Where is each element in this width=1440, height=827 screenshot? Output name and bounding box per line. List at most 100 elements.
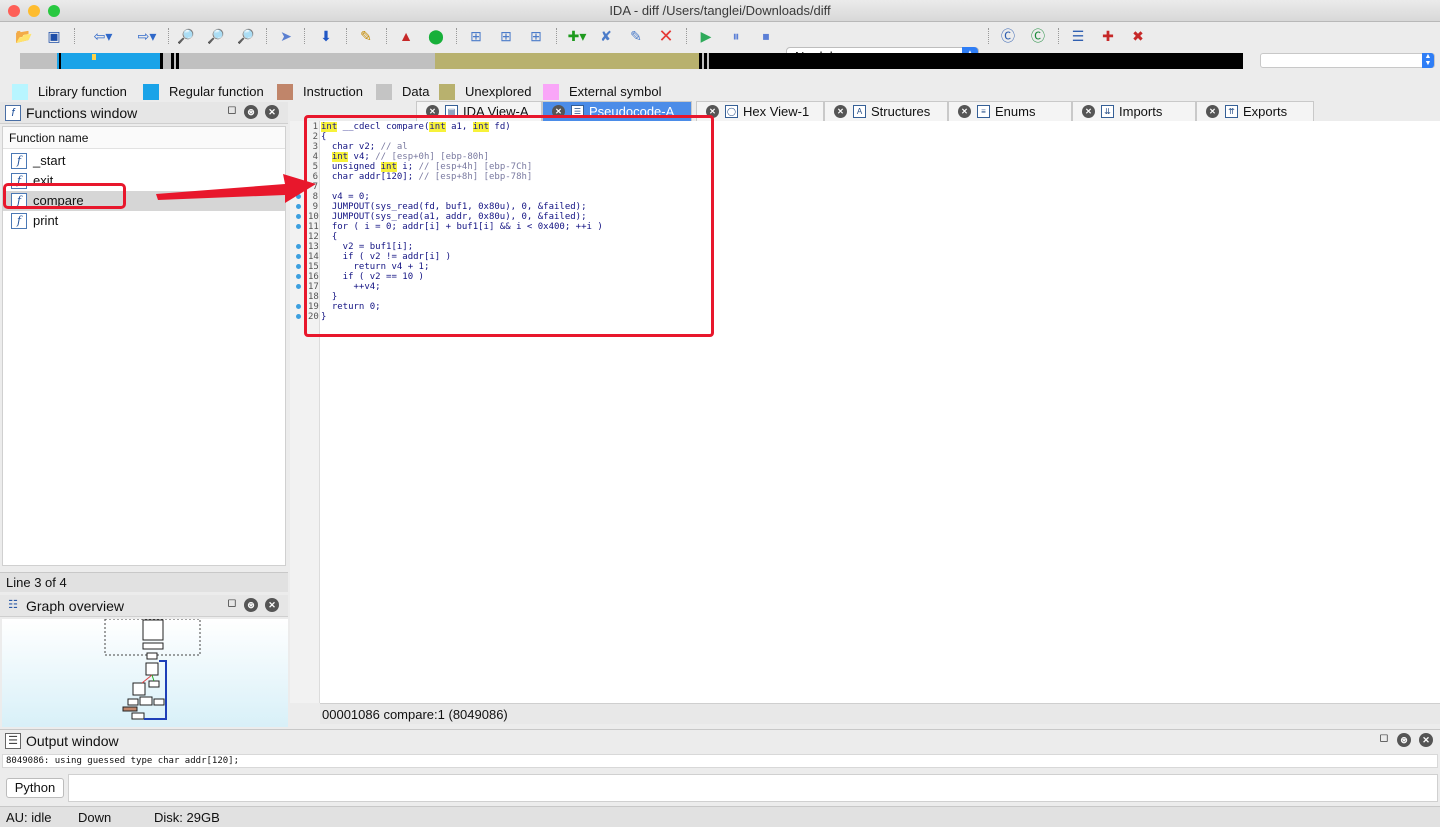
add-breakpoint-icon[interactable]: ✚ bbox=[1098, 26, 1118, 46]
breakpoint-dot-icon[interactable] bbox=[296, 214, 301, 219]
navigate-down-icon[interactable]: ⬇ bbox=[316, 26, 336, 46]
annotation-arrow bbox=[156, 174, 316, 203]
graph-overview-header: ☷ Graph overview ◻ ⊛ ✕ bbox=[0, 595, 288, 617]
tab-label: Hex View-1 bbox=[743, 104, 810, 119]
nav-marker bbox=[59, 53, 61, 69]
float-icon[interactable]: ⊛ bbox=[1397, 733, 1411, 747]
debug-icon[interactable]: Ⓒ bbox=[1028, 26, 1048, 46]
remove-breakpoint-icon[interactable]: ✖ bbox=[1128, 26, 1148, 46]
python-language-button[interactable]: Python bbox=[6, 778, 64, 798]
create-function-icon[interactable]: ✚▾ bbox=[564, 26, 590, 46]
function-icon: f bbox=[11, 153, 27, 169]
function-icon: f bbox=[5, 105, 21, 121]
close-icon[interactable]: ✕ bbox=[1419, 733, 1433, 747]
title-bar: IDA - diff /Users/tanglei/Downloads/diff bbox=[0, 0, 1440, 22]
marker-icon[interactable]: ✎ bbox=[356, 26, 376, 46]
breakpoint-dot-icon[interactable] bbox=[296, 314, 301, 319]
close-tab-icon[interactable]: ✕ bbox=[834, 105, 847, 118]
hex-rays-icon[interactable]: Ⓒ bbox=[998, 26, 1018, 46]
save-icon[interactable]: ▣ bbox=[44, 26, 64, 46]
tab-hex-view-1[interactable]: ✕ ◯ Hex View-1 bbox=[696, 101, 824, 121]
breakpoint-dot-icon[interactable] bbox=[296, 264, 301, 269]
pause-icon[interactable]: ⏸ bbox=[726, 26, 746, 46]
breakpoint-dot-icon[interactable] bbox=[296, 274, 301, 279]
add-struct-icon[interactable]: ⊞ bbox=[526, 26, 546, 46]
back-icon[interactable]: ⇦▾ bbox=[90, 26, 116, 46]
search-immediate-icon[interactable]: 🔎 bbox=[236, 26, 256, 46]
edit-icon[interactable]: ✎ bbox=[626, 26, 646, 46]
float-icon[interactable]: ⊛ bbox=[244, 598, 258, 612]
close-tab-icon[interactable]: ✕ bbox=[1206, 105, 1219, 118]
open-icon[interactable]: 📂 bbox=[14, 26, 34, 46]
toolbar-separator bbox=[1058, 28, 1059, 44]
chevron-updown-icon: ▲▼ bbox=[1422, 53, 1434, 68]
breakpoint-dot-icon[interactable] bbox=[296, 224, 301, 229]
function-icon: f bbox=[11, 213, 27, 229]
enums-icon: ≡ bbox=[977, 105, 990, 118]
legend-label: Instruction bbox=[303, 84, 363, 99]
functions-window-header: f Functions window ◻ ⊛ ✕ bbox=[0, 102, 288, 124]
search-binary-icon[interactable]: 🔎 bbox=[176, 26, 196, 46]
jump-icon[interactable]: ➤ bbox=[276, 26, 296, 46]
tab-structures[interactable]: ✕ A Structures bbox=[824, 101, 948, 121]
float-icon[interactable]: ⊛ bbox=[244, 105, 258, 119]
output-window: ☰ Output window ◻ ⊛ ✕ 8049086: using gue… bbox=[0, 729, 1440, 806]
legend-label: Data bbox=[402, 84, 430, 99]
add-segment-icon[interactable]: ⊞ bbox=[466, 26, 486, 46]
delete-icon[interactable]: ✕ bbox=[656, 26, 676, 46]
navigation-combo[interactable]: ▲ ▼ bbox=[1260, 53, 1435, 68]
maximize-icon[interactable]: ◻ bbox=[225, 596, 239, 610]
legend-swatch bbox=[376, 84, 392, 100]
tab-enums[interactable]: ✕ ≡ Enums bbox=[948, 101, 1072, 121]
split-icon[interactable]: ✘ bbox=[596, 26, 616, 46]
breakpoint-dot-icon[interactable] bbox=[296, 254, 301, 259]
legend-swatch bbox=[277, 84, 293, 100]
run-icon[interactable]: ▶ bbox=[696, 26, 716, 46]
graph-overview-canvas[interactable] bbox=[2, 619, 288, 727]
nav-current-position-indicator bbox=[92, 54, 96, 60]
breakpoint-dot-icon[interactable] bbox=[296, 284, 301, 289]
disk-status: Disk: 29GB bbox=[154, 810, 220, 825]
maximize-icon[interactable]: ◻ bbox=[1377, 731, 1391, 745]
close-icon[interactable]: ✕ bbox=[265, 598, 279, 612]
maximize-icon[interactable]: ◻ bbox=[225, 103, 239, 117]
tab-exports[interactable]: ✕ ⇈ Exports bbox=[1196, 101, 1314, 121]
function-name-column-header[interactable]: Function name bbox=[3, 127, 285, 149]
forward-icon[interactable]: ⇨▾ bbox=[134, 26, 160, 46]
green-circle-icon[interactable]: ⬤ bbox=[426, 26, 446, 46]
function-item-label: print bbox=[33, 213, 59, 228]
function-item-print[interactable]: f print bbox=[3, 211, 285, 231]
nav-regular-function-segment bbox=[57, 53, 162, 69]
nav-marker bbox=[699, 53, 702, 69]
tab-imports[interactable]: ✕ ⇊ Imports bbox=[1072, 101, 1196, 121]
warning-icon[interactable]: ▲ bbox=[396, 26, 416, 46]
function-item-start[interactable]: f _start bbox=[3, 151, 285, 171]
legend-swatch bbox=[543, 84, 559, 100]
window-title: IDA - diff /Users/tanglei/Downloads/diff bbox=[609, 3, 831, 18]
close-icon[interactable]: ✕ bbox=[265, 105, 279, 119]
navigation-band[interactable] bbox=[20, 53, 1243, 69]
graph-icon[interactable]: ⊞ bbox=[496, 26, 516, 46]
command-input[interactable] bbox=[68, 774, 1438, 802]
function-item-label: _start bbox=[33, 153, 66, 168]
toolbar-separator bbox=[266, 28, 267, 44]
legend: Library function Regular function Instru… bbox=[0, 82, 1440, 100]
tab-label: Enums bbox=[995, 104, 1036, 119]
minimize-window-button[interactable] bbox=[28, 5, 40, 17]
close-tab-icon[interactable]: ✕ bbox=[958, 105, 971, 118]
close-tab-icon[interactable]: ✕ bbox=[1082, 105, 1095, 118]
search-text-icon[interactable]: 🔎 bbox=[206, 26, 226, 46]
nav-marker bbox=[171, 53, 174, 69]
zoom-window-button[interactable] bbox=[48, 5, 60, 17]
exports-icon: ⇈ bbox=[1225, 105, 1238, 118]
nav-marker bbox=[160, 53, 163, 69]
report-icon[interactable]: ☰ bbox=[1068, 26, 1088, 46]
stop-icon[interactable]: ⏹ bbox=[756, 26, 776, 46]
legend-swatch bbox=[439, 84, 455, 100]
breakpoint-dot-icon[interactable] bbox=[296, 304, 301, 309]
tab-label: Exports bbox=[1243, 104, 1288, 119]
direction-status: Down bbox=[78, 810, 112, 825]
output-window-header: ☰ Output window ◻ ⊛ ✕ bbox=[0, 730, 1440, 752]
close-window-button[interactable] bbox=[8, 5, 20, 17]
breakpoint-dot-icon[interactable] bbox=[296, 244, 301, 249]
